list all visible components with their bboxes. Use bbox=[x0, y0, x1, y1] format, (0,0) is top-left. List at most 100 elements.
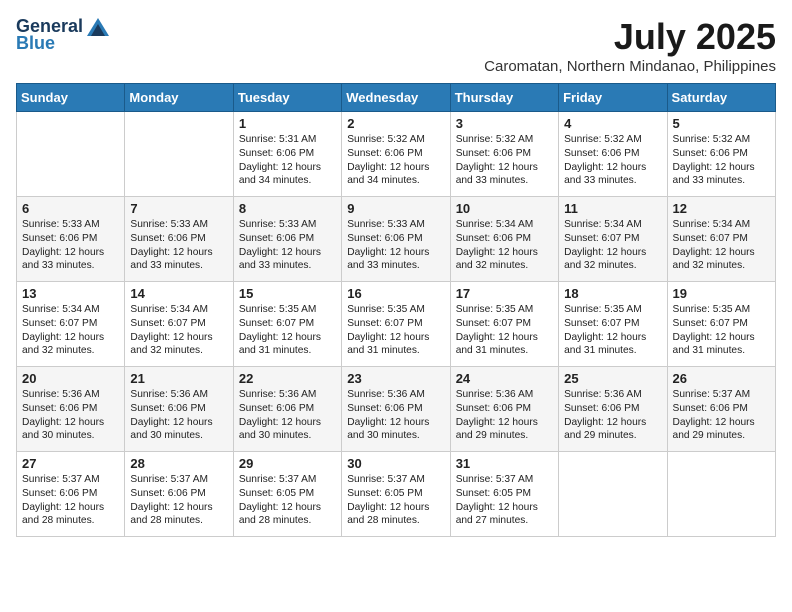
cell-content: Sunrise: 5:32 AM Sunset: 6:06 PM Dayligh… bbox=[347, 133, 444, 188]
calendar-cell: 31Sunrise: 5:37 AM Sunset: 6:05 PM Dayli… bbox=[450, 452, 558, 537]
day-number: 23 bbox=[347, 371, 444, 386]
calendar-cell: 2 Sunrise: 5:32 AM Sunset: 6:06 PM Daylig… bbox=[342, 112, 450, 197]
calendar-cell: 10Sunrise: 5:34 AM Sunset: 6:06 PM Dayli… bbox=[450, 197, 558, 282]
calendar-cell: 5Sunrise: 5:32 AM Sunset: 6:06 PM Daylig… bbox=[667, 112, 775, 197]
cell-content: Sunrise: 5:37 AM Sunset: 6:05 PM Dayligh… bbox=[456, 473, 553, 528]
day-number: 27 bbox=[22, 456, 119, 471]
weekday-header-monday: Monday bbox=[125, 84, 233, 112]
day-number: 29 bbox=[239, 456, 336, 471]
calendar-cell bbox=[667, 452, 775, 537]
calendar-cell: 17 Sunrise: 5:35 AM Sunset: 6:07 PM Dayli… bbox=[450, 282, 558, 367]
week-row-1: 1Sunrise: 5:31 AM Sunset: 6:06 PM Daylig… bbox=[17, 112, 776, 197]
day-number: 3 bbox=[456, 116, 553, 131]
calendar-cell: 14 Sunrise: 5:34 AM Sunset: 6:07 PM Dayli… bbox=[125, 282, 233, 367]
cell-content: Sunrise: 5:37 AM Sunset: 6:05 PM Dayligh… bbox=[239, 473, 336, 528]
cell-content: Sunrise: 5:35 AM Sunset: 6:07 PM Dayligh… bbox=[347, 303, 444, 358]
cell-content: Sunrise: 5:32 AM Sunset: 6:06 PM Dayligh… bbox=[673, 133, 770, 188]
calendar-cell: 1Sunrise: 5:31 AM Sunset: 6:06 PM Daylig… bbox=[233, 112, 341, 197]
day-number: 7 bbox=[130, 201, 227, 216]
day-number: 11 bbox=[564, 201, 661, 216]
cell-content: Sunrise: 5:34 AM Sunset: 6:07 PM Dayligh… bbox=[130, 303, 227, 358]
cell-content: Sunrise: 5:37 AM Sunset: 6:06 PM Dayligh… bbox=[673, 388, 770, 443]
day-number: 15 bbox=[239, 286, 336, 301]
calendar-cell: 16 Sunrise: 5:35 AM Sunset: 6:07 PM Dayli… bbox=[342, 282, 450, 367]
weekday-header-saturday: Saturday bbox=[667, 84, 775, 112]
day-number: 13 bbox=[22, 286, 119, 301]
cell-content: Sunrise: 5:33 AM Sunset: 6:06 PM Dayligh… bbox=[130, 218, 227, 273]
calendar-cell: 13 Sunrise: 5:34 AM Sunset: 6:07 PM Dayli… bbox=[17, 282, 125, 367]
calendar-cell: 20 Sunrise: 5:36 AM Sunset: 6:06 PM Dayli… bbox=[17, 367, 125, 452]
cell-content: Sunrise: 5:36 AM Sunset: 6:06 PM Dayligh… bbox=[130, 388, 227, 443]
cell-content: Sunrise: 5:36 AM Sunset: 6:06 PM Dayligh… bbox=[22, 388, 119, 443]
week-row-2: 6 Sunrise: 5:33 AM Sunset: 6:06 PM Daylig… bbox=[17, 197, 776, 282]
logo: General Blue bbox=[16, 16, 109, 54]
cell-content: Sunrise: 5:36 AM Sunset: 6:06 PM Dayligh… bbox=[347, 388, 444, 443]
day-number: 28 bbox=[130, 456, 227, 471]
day-number: 4 bbox=[564, 116, 661, 131]
cell-content: Sunrise: 5:33 AM Sunset: 6:06 PM Dayligh… bbox=[22, 218, 119, 273]
calendar-cell: 8 Sunrise: 5:33 AM Sunset: 6:06 PM Daylig… bbox=[233, 197, 341, 282]
cell-content: Sunrise: 5:35 AM Sunset: 6:07 PM Dayligh… bbox=[456, 303, 553, 358]
calendar-cell: 15Sunrise: 5:35 AM Sunset: 6:07 PM Dayli… bbox=[233, 282, 341, 367]
weekday-header-row: SundayMondayTuesdayWednesdayThursdayFrid… bbox=[17, 84, 776, 112]
week-row-5: 27 Sunrise: 5:37 AM Sunset: 6:06 PM Dayli… bbox=[17, 452, 776, 537]
calendar-cell: 9 Sunrise: 5:33 AM Sunset: 6:06 PM Daylig… bbox=[342, 197, 450, 282]
calendar-cell: 21 Sunrise: 5:36 AM Sunset: 6:06 PM Dayli… bbox=[125, 367, 233, 452]
cell-content: Sunrise: 5:36 AM Sunset: 6:06 PM Dayligh… bbox=[564, 388, 661, 443]
cell-content: Sunrise: 5:35 AM Sunset: 6:07 PM Dayligh… bbox=[564, 303, 661, 358]
title-section: July 2025 Caromatan, Northern Mindanao, … bbox=[484, 16, 776, 75]
calendar-cell: 27 Sunrise: 5:37 AM Sunset: 6:06 PM Dayli… bbox=[17, 452, 125, 537]
day-number: 21 bbox=[130, 371, 227, 386]
cell-content: Sunrise: 5:37 AM Sunset: 6:05 PM Dayligh… bbox=[347, 473, 444, 528]
day-number: 9 bbox=[347, 201, 444, 216]
cell-content: Sunrise: 5:37 AM Sunset: 6:06 PM Dayligh… bbox=[22, 473, 119, 528]
week-row-4: 20 Sunrise: 5:36 AM Sunset: 6:06 PM Dayli… bbox=[17, 367, 776, 452]
calendar-cell: 12Sunrise: 5:34 AM Sunset: 6:07 PM Dayli… bbox=[667, 197, 775, 282]
cell-content: Sunrise: 5:34 AM Sunset: 6:07 PM Dayligh… bbox=[22, 303, 119, 358]
day-number: 8 bbox=[239, 201, 336, 216]
calendar-cell: 7 Sunrise: 5:33 AM Sunset: 6:06 PM Daylig… bbox=[125, 197, 233, 282]
cell-content: Sunrise: 5:34 AM Sunset: 6:07 PM Dayligh… bbox=[564, 218, 661, 273]
logo-icon bbox=[87, 18, 109, 36]
cell-content: Sunrise: 5:33 AM Sunset: 6:06 PM Dayligh… bbox=[239, 218, 336, 273]
day-number: 14 bbox=[130, 286, 227, 301]
day-number: 10 bbox=[456, 201, 553, 216]
day-number: 17 bbox=[456, 286, 553, 301]
calendar-cell: 30Sunrise: 5:37 AM Sunset: 6:05 PM Dayli… bbox=[342, 452, 450, 537]
calendar-cell: 25Sunrise: 5:36 AM Sunset: 6:06 PM Dayli… bbox=[559, 367, 667, 452]
cell-content: Sunrise: 5:36 AM Sunset: 6:06 PM Dayligh… bbox=[239, 388, 336, 443]
day-number: 18 bbox=[564, 286, 661, 301]
calendar-table: SundayMondayTuesdayWednesdayThursdayFrid… bbox=[16, 83, 776, 537]
cell-content: Sunrise: 5:36 AM Sunset: 6:06 PM Dayligh… bbox=[456, 388, 553, 443]
weekday-header-tuesday: Tuesday bbox=[233, 84, 341, 112]
calendar-cell bbox=[17, 112, 125, 197]
calendar-cell: 3 Sunrise: 5:32 AM Sunset: 6:06 PM Daylig… bbox=[450, 112, 558, 197]
day-number: 22 bbox=[239, 371, 336, 386]
day-number: 26 bbox=[673, 371, 770, 386]
day-number: 20 bbox=[22, 371, 119, 386]
day-number: 12 bbox=[673, 201, 770, 216]
month-year: July 2025 bbox=[484, 16, 776, 58]
calendar-cell: 22 Sunrise: 5:36 AM Sunset: 6:06 PM Dayli… bbox=[233, 367, 341, 452]
cell-content: Sunrise: 5:35 AM Sunset: 6:07 PM Dayligh… bbox=[673, 303, 770, 358]
calendar-cell: 6 Sunrise: 5:33 AM Sunset: 6:06 PM Daylig… bbox=[17, 197, 125, 282]
day-number: 19 bbox=[673, 286, 770, 301]
calendar-cell: 28Sunrise: 5:37 AM Sunset: 6:06 PM Dayli… bbox=[125, 452, 233, 537]
calendar-cell: 23 Sunrise: 5:36 AM Sunset: 6:06 PM Dayli… bbox=[342, 367, 450, 452]
calendar-cell bbox=[125, 112, 233, 197]
cell-content: Sunrise: 5:32 AM Sunset: 6:06 PM Dayligh… bbox=[564, 133, 661, 188]
day-number: 6 bbox=[22, 201, 119, 216]
weekday-header-friday: Friday bbox=[559, 84, 667, 112]
day-number: 2 bbox=[347, 116, 444, 131]
cell-content: Sunrise: 5:33 AM Sunset: 6:06 PM Dayligh… bbox=[347, 218, 444, 273]
logo-blue-text: Blue bbox=[16, 33, 55, 54]
weekday-header-sunday: Sunday bbox=[17, 84, 125, 112]
day-number: 1 bbox=[239, 116, 336, 131]
calendar-cell: 4 Sunrise: 5:32 AM Sunset: 6:06 PM Daylig… bbox=[559, 112, 667, 197]
cell-content: Sunrise: 5:32 AM Sunset: 6:06 PM Dayligh… bbox=[456, 133, 553, 188]
weekday-header-wednesday: Wednesday bbox=[342, 84, 450, 112]
day-number: 16 bbox=[347, 286, 444, 301]
location: Caromatan, Northern Mindanao, Philippine… bbox=[484, 58, 776, 75]
weekday-header-thursday: Thursday bbox=[450, 84, 558, 112]
header: General Blue July 2025 Caromatan, Northe… bbox=[16, 16, 776, 75]
